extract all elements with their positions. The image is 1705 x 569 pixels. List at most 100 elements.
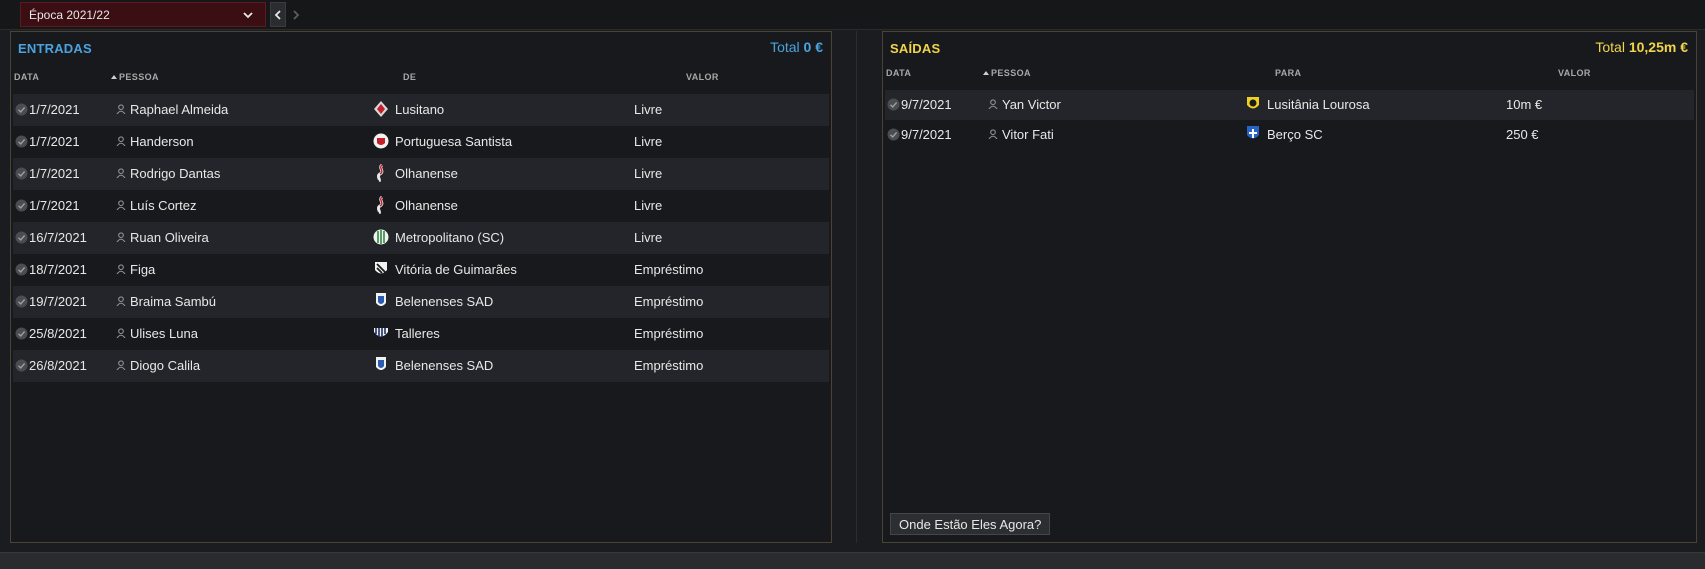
season-dropdown[interactable]: Época 2021/22 (20, 2, 266, 27)
incoming-total-label: Total (770, 39, 800, 55)
sort-ascending-icon (983, 71, 989, 75)
incoming-transfers-panel: ENTRADAS Total 0 € DATA PESSOA DE VALOR … (10, 31, 832, 543)
person-icon (116, 232, 126, 242)
player-name-link[interactable]: Rodrigo Dantas (130, 166, 220, 181)
sort-ascending-icon (111, 75, 117, 79)
person-icon (116, 200, 126, 210)
column-header-date[interactable]: DATA (14, 72, 39, 82)
table-row[interactable]: 1/7/2021 Raphael Almeida Lusitano Livre (13, 94, 829, 126)
transfer-date: 19/7/2021 (29, 294, 87, 309)
transfer-value: Empréstimo (634, 294, 704, 309)
person-icon (116, 168, 126, 178)
player-name-link[interactable]: Diogo Calila (130, 358, 200, 373)
club-name-link[interactable]: Metropolitano (SC) (395, 230, 504, 245)
club-name-link[interactable]: Berço SC (1267, 127, 1323, 142)
transfer-value: Livre (634, 166, 663, 181)
lusitania-lourosa-crest-icon (1247, 97, 1259, 109)
transfer-value: Livre (634, 230, 663, 245)
player-name-link[interactable]: Handerson (130, 134, 194, 149)
column-header-date[interactable]: DATA (886, 68, 911, 78)
player-name-link[interactable]: Luís Cortez (130, 198, 196, 213)
column-header-from[interactable]: DE (403, 72, 416, 82)
status-check-icon (15, 167, 28, 180)
previous-season-button[interactable] (270, 2, 286, 27)
player-name-link[interactable]: Raphael Almeida (130, 102, 228, 117)
outgoing-transfers-panel: SAÍDAS Total 10,25m € DATA PESSOA PARA V… (882, 31, 1697, 543)
player-name-link[interactable]: Yan Victor (1002, 97, 1061, 112)
transfer-value: Empréstimo (634, 262, 704, 277)
incoming-total-value: 0 € (803, 39, 823, 55)
status-check-icon (887, 98, 900, 111)
person-icon (988, 99, 998, 109)
metropolitano-crest-icon (373, 229, 389, 245)
table-row[interactable]: 18/7/2021 Figa Vitória de Guimarães Emprést… (13, 254, 829, 286)
club-name-link[interactable]: Olhanense (395, 166, 458, 181)
player-name-link[interactable]: Figa (130, 262, 155, 277)
club-name-link[interactable]: Olhanense (395, 198, 458, 213)
column-header-to[interactable]: PARA (1275, 68, 1301, 78)
club-name-link[interactable]: Belenenses SAD (395, 358, 493, 373)
column-header-person[interactable]: PESSOA (111, 72, 159, 82)
club-name-link[interactable]: Vitória de Guimarães (395, 262, 517, 277)
club-name-link[interactable]: Portuguesa Santista (395, 134, 512, 149)
table-row[interactable]: 26/8/2021 Diogo Calila Belenenses SAD Empré… (13, 350, 829, 382)
table-row[interactable]: 1/7/2021 Handerson Portuguesa Santista Livr… (13, 126, 829, 158)
club-name-link[interactable]: Talleres (395, 326, 440, 341)
table-row[interactable]: 9/7/2021 Yan Victor Lusitânia Lourosa 10m € (885, 90, 1694, 120)
incoming-title: ENTRADAS (18, 41, 92, 56)
outgoing-total-label: Total (1595, 39, 1625, 55)
top-toolbar: Época 2021/22 (0, 0, 1705, 30)
person-icon (116, 136, 126, 146)
table-row[interactable]: 19/7/2021 Braima Sambú Belenenses SAD Empré… (13, 286, 829, 318)
column-header-person[interactable]: PESSOA (983, 68, 1031, 78)
belenenses-crest-icon (376, 357, 386, 370)
table-row[interactable]: 16/7/2021 Ruan Oliveira Metropolitano (SC)… (13, 222, 829, 254)
transfer-value: Empréstimo (634, 326, 704, 341)
transfer-date: 26/8/2021 (29, 358, 87, 373)
incoming-total: Total 0 € (770, 39, 823, 55)
lusitano-crest-icon (374, 101, 388, 117)
person-icon (988, 129, 998, 139)
next-season-button[interactable] (288, 2, 304, 27)
transfer-date: 1/7/2021 (29, 166, 80, 181)
olhanense-crest-icon (376, 196, 384, 214)
outgoing-total: Total 10,25m € (1595, 39, 1688, 55)
table-row[interactable]: 1/7/2021 Luís Cortez Olhanense Livre (13, 190, 829, 222)
chevron-left-icon (274, 9, 281, 20)
club-name-link[interactable]: Belenenses SAD (395, 294, 493, 309)
table-row[interactable]: 25/8/2021 Ulises Luna Talleres Empréstimo (13, 318, 829, 350)
column-header-person-label: PESSOA (119, 72, 159, 82)
chevron-down-icon (243, 12, 253, 19)
transfer-date: 16/7/2021 (29, 230, 87, 245)
player-name-link[interactable]: Vitor Fati (1002, 127, 1054, 142)
season-dropdown-value: Época 2021/22 (29, 8, 110, 22)
transfer-value: Livre (634, 134, 663, 149)
status-check-icon (15, 263, 28, 276)
vitoria-guimaraes-crest-icon (375, 262, 387, 274)
transfer-date: 25/8/2021 (29, 326, 87, 341)
bottom-status-bar (0, 552, 1705, 569)
player-name-link[interactable]: Ulises Luna (130, 326, 198, 341)
portuguesa-santista-crest-icon (373, 133, 389, 149)
outgoing-total-value: 10,25m € (1628, 39, 1688, 55)
transfer-date: 18/7/2021 (29, 262, 87, 277)
where-are-they-now-button[interactable]: Onde Estão Eles Agora? (890, 513, 1051, 535)
outgoing-title: SAÍDAS (890, 41, 941, 56)
club-name-link[interactable]: Lusitano (395, 102, 444, 117)
status-check-icon (15, 359, 28, 372)
table-row[interactable]: 9/7/2021 Vitor Fati Berço SC 250 € (885, 120, 1694, 150)
column-header-value[interactable]: VALOR (1558, 68, 1591, 78)
column-header-value[interactable]: VALOR (686, 72, 719, 82)
status-check-icon (15, 199, 28, 212)
player-name-link[interactable]: Braima Sambú (130, 294, 216, 309)
status-check-icon (15, 135, 28, 148)
transfer-value: 10m € (1506, 97, 1543, 112)
table-row[interactable]: 1/7/2021 Rodrigo Dantas Olhanense Livre (13, 158, 829, 190)
panel-divider (856, 31, 857, 543)
club-name-link[interactable]: Lusitânia Lourosa (1267, 97, 1370, 112)
player-name-link[interactable]: Ruan Oliveira (130, 230, 209, 245)
column-header-person-label: PESSOA (991, 68, 1031, 78)
status-check-icon (15, 295, 28, 308)
transfer-value: Livre (634, 102, 663, 117)
belenenses-crest-icon (376, 293, 386, 306)
